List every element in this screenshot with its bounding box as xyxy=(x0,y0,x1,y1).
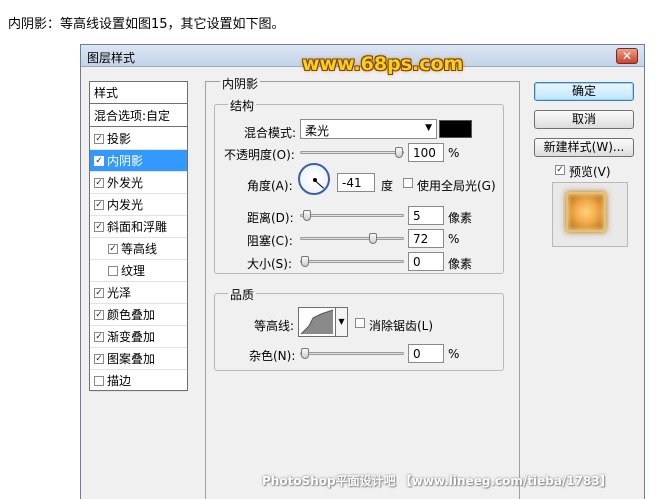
style-item-checkbox[interactable] xyxy=(94,375,104,386)
style-item-label: 投影 xyxy=(107,132,132,146)
style-item[interactable]: 描边 xyxy=(90,370,187,392)
noise-label: 杂色(N): xyxy=(249,349,296,363)
distance-input[interactable]: 5 xyxy=(408,206,444,225)
style-item[interactable]: 光泽 xyxy=(90,282,187,304)
style-item-label: 内发光 xyxy=(107,198,144,212)
size-label: 大小(S): xyxy=(247,257,293,271)
style-item[interactable]: 渐变叠加 xyxy=(90,326,187,348)
styles-header[interactable]: 样式 xyxy=(90,82,187,104)
contour-curve-icon xyxy=(300,309,334,335)
contour-picker[interactable] xyxy=(298,307,336,337)
blend-options-label: 混合选项:自定 xyxy=(94,109,171,123)
style-item[interactable]: 纹理 xyxy=(90,260,187,282)
ok-button[interactable]: 确定 xyxy=(534,82,634,101)
style-item-checkbox[interactable] xyxy=(108,265,118,276)
antialias-checkbox[interactable] xyxy=(355,318,365,328)
style-item-label: 图案叠加 xyxy=(107,352,156,366)
size-slider[interactable] xyxy=(300,256,404,267)
angle-unit: 度 xyxy=(381,179,394,193)
style-item-label: 描边 xyxy=(107,374,132,388)
style-item-label: 斜面和浮雕 xyxy=(107,220,168,234)
style-item-checkbox[interactable] xyxy=(94,331,104,342)
close-button[interactable]: ✕ xyxy=(616,48,638,64)
style-item-label: 纹理 xyxy=(121,264,146,278)
opacity-label: 不透明度(O): xyxy=(224,148,295,162)
angle-dial-center xyxy=(313,178,317,182)
distance-unit: 像素 xyxy=(448,211,473,225)
shadow-color-swatch[interactable] xyxy=(439,120,472,138)
distance-slider[interactable] xyxy=(300,210,404,221)
style-item[interactable]: 投影 xyxy=(90,128,187,150)
style-item-checkbox[interactable] xyxy=(94,309,104,320)
style-item-label: 光泽 xyxy=(107,286,132,300)
distance-label: 距离(D): xyxy=(247,211,294,225)
style-item[interactable]: 图案叠加 xyxy=(90,348,187,370)
structure-title: 结构 xyxy=(228,97,257,114)
style-item-checkbox[interactable] xyxy=(94,287,104,298)
styles-list: 样式 混合选项:自定 投影内阴影外发光内发光斜面和浮雕等高线纹理光泽颜色叠加渐变… xyxy=(89,81,188,392)
choke-label: 阻塞(C): xyxy=(247,234,293,248)
style-item-checkbox[interactable] xyxy=(94,155,104,166)
contour-dropdown-arrow[interactable]: ▼ xyxy=(336,307,348,337)
style-item[interactable]: 内阴影 xyxy=(90,150,187,172)
noise-unit: % xyxy=(448,347,460,361)
style-preview xyxy=(552,182,628,247)
footer-watermark: PhotoShop平面设计吧 【www.lineeg.com/tieba/178… xyxy=(262,474,612,488)
opacity-slider-handle[interactable] xyxy=(395,147,403,158)
noise-input[interactable]: 0 xyxy=(408,344,444,363)
size-unit: 像素 xyxy=(448,257,473,271)
style-item-label: 内阴影 xyxy=(107,154,144,168)
dialog-title: 图层样式 xyxy=(87,51,136,65)
section-title: 内阴影 xyxy=(220,75,261,92)
style-item-checkbox[interactable] xyxy=(94,177,104,188)
angle-input[interactable]: -41 xyxy=(337,173,375,192)
preview-thumbnail xyxy=(566,192,606,232)
style-item-checkbox[interactable] xyxy=(94,199,104,210)
choke-slider[interactable] xyxy=(300,233,404,244)
antialias-label: 消除锯齿(L) xyxy=(369,319,434,333)
style-item-label: 颜色叠加 xyxy=(107,308,156,322)
styles-header-label: 样式 xyxy=(94,86,119,100)
style-item[interactable]: 斜面和浮雕 xyxy=(90,216,187,238)
style-item[interactable]: 外发光 xyxy=(90,172,187,194)
global-light-checkbox[interactable] xyxy=(403,178,413,188)
global-light-label: 使用全局光(G) xyxy=(417,179,496,193)
noise-slider[interactable] xyxy=(300,348,404,359)
style-item-checkbox[interactable] xyxy=(108,243,118,254)
size-slider-handle[interactable] xyxy=(301,256,309,267)
opacity-unit: % xyxy=(448,146,460,160)
quality-title: 品质 xyxy=(228,286,257,303)
distance-slider-handle[interactable] xyxy=(303,210,311,221)
preview-label: 预览(V) xyxy=(569,165,611,179)
intro-text: 内阴影：等高线设置如图15，其它设置如下图。 xyxy=(8,17,285,32)
style-item-checkbox[interactable] xyxy=(94,353,104,364)
angle-dial[interactable] xyxy=(298,163,330,195)
style-item[interactable]: 内发光 xyxy=(90,194,187,216)
new-style-button[interactable]: 新建样式(W)... xyxy=(534,138,634,157)
preview-checkbox[interactable] xyxy=(555,165,565,175)
style-item[interactable]: 等高线 xyxy=(90,238,187,260)
style-item-label: 外发光 xyxy=(107,176,144,190)
blend-mode-value: 柔光 xyxy=(305,124,330,138)
style-item[interactable]: 颜色叠加 xyxy=(90,304,187,326)
cancel-button[interactable]: 取消 xyxy=(534,110,634,129)
site-watermark: www.68ps.com xyxy=(302,53,464,75)
style-item-checkbox[interactable] xyxy=(94,133,104,144)
blend-options-item[interactable]: 混合选项:自定 xyxy=(90,105,187,127)
angle-label: 角度(A): xyxy=(247,179,293,193)
opacity-slider[interactable] xyxy=(300,147,404,158)
choke-unit: % xyxy=(448,232,460,246)
contour-label: 等高线: xyxy=(254,319,295,333)
size-input[interactable]: 0 xyxy=(408,252,444,271)
choke-slider-handle[interactable] xyxy=(369,233,377,244)
noise-slider-handle[interactable] xyxy=(301,348,309,359)
style-item-label: 等高线 xyxy=(121,242,158,256)
blend-mode-select[interactable]: 柔光 ▼ xyxy=(300,119,437,139)
blend-mode-label: 混合模式: xyxy=(244,126,297,140)
style-item-label: 渐变叠加 xyxy=(107,330,156,344)
chevron-down-icon: ▼ xyxy=(425,123,432,133)
opacity-input[interactable]: 100 xyxy=(408,143,444,162)
choke-input[interactable]: 72 xyxy=(408,229,444,248)
style-item-checkbox[interactable] xyxy=(94,221,104,232)
